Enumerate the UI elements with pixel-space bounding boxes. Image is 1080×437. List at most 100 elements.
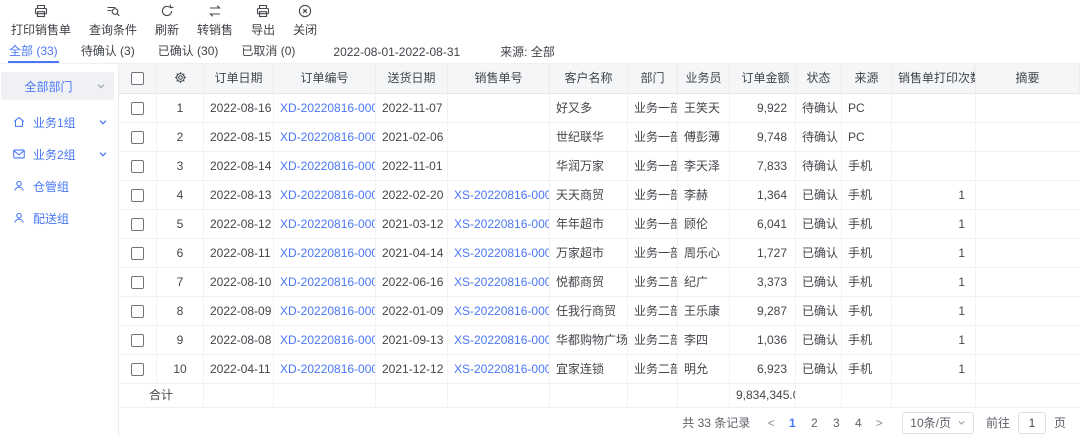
row-number: 9 [157,326,204,355]
date-range-filter[interactable]: 2022-08-01-2022-08-31 [333,40,460,63]
row-select-cell[interactable] [119,152,157,181]
row-select-cell[interactable] [119,355,157,384]
order-no-link[interactable]: XD-20220816-000014 [280,217,376,231]
column-settings-cell[interactable] [157,64,204,94]
refresh-button[interactable]: 刷新 [146,3,188,37]
goto-page-input[interactable]: 1 [1018,412,1046,434]
cell-order-no: XD-20220816-000017 [274,123,376,152]
page-size-value: 10条/页 [910,414,951,431]
print-sales-order-button[interactable]: 打印销售单 [2,3,80,37]
row-checkbox[interactable] [131,247,144,260]
page-number-2[interactable]: 2 [804,416,824,430]
prev-page-icon[interactable]: < [762,416,780,430]
sales-no-link[interactable]: XS-20220816-000009 [454,362,550,376]
export-button[interactable]: 导出 [242,3,284,37]
row-select-cell[interactable] [119,210,157,239]
order-no-link[interactable]: XD-20220816-000011 [280,304,376,318]
col-header-salesperson[interactable]: 业务员 [678,64,730,94]
cell-status: 已确认 [796,210,842,239]
select-all-checkbox[interactable] [131,72,144,85]
row-select-cell[interactable] [119,297,157,326]
tab-cancelled[interactable]: 已取消 (0) [240,40,296,63]
col-header-print-count[interactable]: 销售单打印次数 [892,64,976,94]
row-select-cell[interactable] [119,268,157,297]
cell-sales-no [448,152,550,181]
row-select-cell[interactable] [119,239,157,268]
cell-status: 已确认 [796,355,842,384]
source-filter[interactable]: 来源: 全部 [500,40,555,63]
order-no-link[interactable]: XD-20220816-000018 [280,101,376,115]
sidebar-item-delivery-group[interactable]: 配送组 [0,202,118,234]
row-select-cell[interactable] [119,123,157,152]
order-no-link[interactable]: XD-20220816-000013 [280,246,376,260]
cell-order-date: 2022-04-11 [204,355,274,384]
cell-department: 业务一部 [628,94,678,123]
query-conditions-button[interactable]: 查询条件 [80,3,146,37]
cell-customer: 华都购物广场 [550,326,628,355]
row-checkbox[interactable] [131,218,144,231]
page-size-select[interactable]: 10条/页 [902,412,974,434]
cell-summary [976,355,1080,384]
row-checkbox[interactable] [131,160,144,173]
page-number-1[interactable]: 1 [782,416,802,430]
sidebar-item-business-group-1[interactable]: 业务1组 [0,106,118,138]
cell-customer: 好又多 [550,94,628,123]
tab-all[interactable]: 全部 (33) [8,40,59,63]
row-checkbox[interactable] [131,334,144,347]
row-select-cell[interactable] [119,181,157,210]
row-checkbox[interactable] [131,305,144,318]
tab-confirmed[interactable]: 已确认 (30) [157,40,220,63]
order-no-link[interactable]: XD-20220816-000009 [280,362,376,376]
row-checkbox[interactable] [131,363,144,376]
cell-source: 手机 [842,239,892,268]
sales-no-link[interactable]: XS-20220816-000015 [454,188,550,202]
sales-no-link[interactable]: XS-20220816-000014 [454,217,550,231]
page-number-3[interactable]: 3 [826,416,846,430]
col-header-status[interactable]: 状态 [796,64,842,94]
close-button[interactable]: 关闭 [284,3,326,37]
cell-status: 已确认 [796,239,842,268]
cell-order-no: XD-20220816-000015 [274,181,376,210]
page-number-4[interactable]: 4 [848,416,868,430]
chevron-down-icon [957,418,966,427]
sales-no-link[interactable]: XS-20220816-000013 [454,246,550,260]
col-header-delivery-date[interactable]: 送货日期 [376,64,448,94]
col-header-order-date[interactable]: 订单日期 [204,64,274,94]
order-no-link[interactable]: XD-20220816-000012 [280,275,376,289]
order-no-link[interactable]: XD-20220816-000015 [280,188,376,202]
row-checkbox[interactable] [131,131,144,144]
order-no-link[interactable]: XD-20220816-000010 [280,333,376,347]
row-checkbox[interactable] [131,189,144,202]
sales-no-link[interactable]: XS-20220816-000010 [454,333,550,347]
cell-summary [976,297,1080,326]
chevron-down-icon[interactable] [98,149,108,159]
order-no-link[interactable]: XD-20220816-000017 [280,130,376,144]
transfer-to-sales-button[interactable]: 转销售 [188,3,242,37]
cell-print-count: 1 [892,268,976,297]
department-select[interactable]: 全部部门 [1,72,114,100]
sidebar-item-warehouse-group[interactable]: 仓管组 [0,170,118,202]
row-select-cell[interactable] [119,326,157,355]
sales-no-link[interactable]: XS-20220816-000012 [454,275,550,289]
tab-pending-confirm[interactable]: 待确认 (3) [80,40,136,63]
select-all-cell[interactable] [119,64,157,94]
col-header-amount[interactable]: 订单金额 [730,64,796,94]
col-header-customer[interactable]: 客户名称 [550,64,628,94]
col-header-summary[interactable]: 摘要 [976,64,1080,94]
chevron-down-icon[interactable] [98,117,108,127]
cell-print-count [892,94,976,123]
row-number: 1 [157,94,204,123]
row-number: 7 [157,268,204,297]
col-header-order-no[interactable]: 订单编号 [274,64,376,94]
sidebar-item-business-group-2[interactable]: 业务2组 [0,138,118,170]
next-page-icon[interactable]: > [870,416,888,430]
row-select-cell[interactable] [119,94,157,123]
col-header-source[interactable]: 来源 [842,64,892,94]
row-checkbox[interactable] [131,102,144,115]
order-no-link[interactable]: XD-20220816-000016 [280,159,376,173]
cell-source: PC [842,123,892,152]
sales-no-link[interactable]: XS-20220816-000011 [454,304,550,318]
col-header-sales-no[interactable]: 销售单号 [448,64,550,94]
col-header-department[interactable]: 部门 [628,64,678,94]
row-checkbox[interactable] [131,276,144,289]
